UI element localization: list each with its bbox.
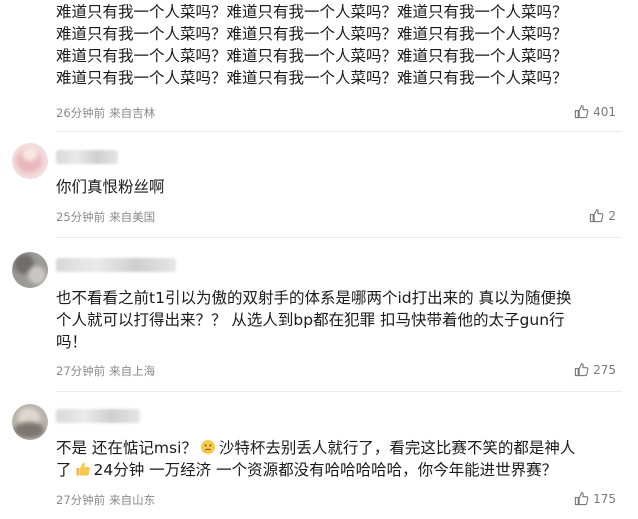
- comment-time: 25分钟前: [56, 210, 106, 224]
- comment-time: 26分钟前: [56, 106, 106, 120]
- comment-time: 27分钟前: [56, 493, 106, 507]
- comment-location: 来自上海: [109, 364, 156, 378]
- like-button[interactable]: 275: [574, 362, 616, 377]
- comment-text: 不是 还在惦记msi？ 沙特杯去别丢人就行了，看完这比赛不笑的都是神人 了 24分钟…: [56, 439, 576, 479]
- like-button[interactable]: 2: [589, 208, 616, 223]
- like-count: 275: [593, 362, 616, 377]
- like-count: 401: [593, 104, 616, 119]
- username[interactable]: [56, 258, 176, 272]
- avatar[interactable]: [12, 404, 48, 440]
- comment-meta: 26分钟前 来自吉林: [56, 106, 155, 120]
- divider: [56, 131, 622, 132]
- divider: [56, 237, 622, 238]
- thumbs-up-icon: [590, 209, 604, 223]
- comment-meta: 25分钟前 来自美国: [56, 210, 155, 224]
- comment-time: 27分钟前: [56, 364, 106, 378]
- thumbs-up-icon: [574, 492, 589, 506]
- like-button[interactable]: 401: [574, 104, 616, 119]
- comment-location: 来自吉林: [109, 106, 156, 120]
- username[interactable]: [56, 150, 118, 164]
- like-count: 175: [593, 491, 616, 506]
- comment-text: 也不看看之前t1引以为傲的双射手的体系是哪两个id打出来的 真以为随便换 个人就…: [56, 289, 572, 351]
- like-count: 2: [608, 208, 616, 223]
- avatar[interactable]: [12, 252, 48, 288]
- thumbs-up-icon: [574, 105, 589, 119]
- thumbs-up-emoji: [76, 462, 90, 476]
- comment-meta: 27分钟前 来自上海: [56, 364, 155, 378]
- comment-location: 来自山东: [109, 493, 156, 507]
- comment-location: 来自美国: [109, 210, 156, 224]
- divider: [56, 391, 622, 392]
- username[interactable]: [56, 409, 140, 423]
- avatar[interactable]: [12, 143, 48, 179]
- comment-text: 你们真恨粉丝啊: [56, 178, 165, 196]
- thinking-face-emoji: [200, 440, 215, 454]
- like-button[interactable]: 175: [574, 491, 616, 506]
- thumbs-up-icon: [574, 363, 589, 377]
- comment-text: 难道只有我一个人菜吗？难道只有我一个人菜吗？难道只有我一个人菜吗？ 难道只有我一…: [56, 3, 568, 87]
- comment-meta: 27分钟前 来自山东: [56, 493, 155, 507]
